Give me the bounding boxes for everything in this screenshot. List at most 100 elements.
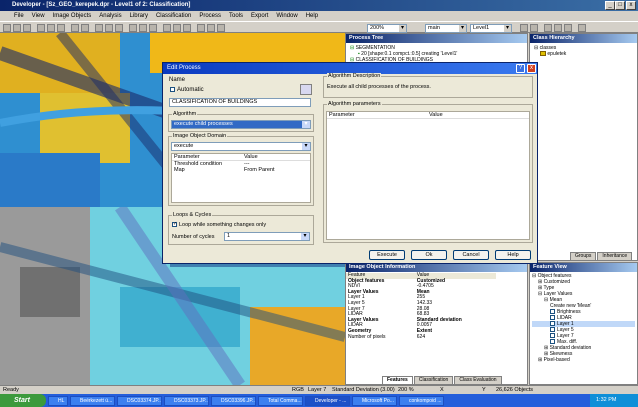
taskbar-item[interactable]: DSC03374.JP... — [117, 395, 162, 406]
prev-level-icon[interactable] — [520, 24, 528, 32]
taskbar-item[interactable]: Total Comma... — [258, 395, 303, 406]
grid-view-icon[interactable] — [564, 24, 572, 32]
domain-group: Image Object Domain execute ParameterVal… — [168, 133, 314, 206]
taskbar-item[interactable]: DSC03373.JP... — [164, 395, 209, 406]
taskbar-item[interactable]: Beérkezett ü... — [70, 395, 115, 406]
info-tabs: Features Classification Class Evaluation — [382, 376, 503, 385]
tab-class-evaluation[interactable]: Class Evaluation — [454, 376, 502, 385]
tab-classification[interactable]: Classification — [413, 376, 454, 385]
image-object-info-panel: Image Object Information Feature Value Ob… — [345, 262, 528, 385]
process-tree-title: Process Tree — [346, 34, 527, 43]
window-title-bar: Developer - [Sz_GEO_kerepek.dpr - Level1… — [0, 0, 638, 11]
grid-icon[interactable] — [197, 24, 205, 32]
minimize-button[interactable]: _ — [605, 1, 615, 10]
tab-groups[interactable]: Groups — [570, 252, 597, 261]
name-label: Name — [169, 77, 186, 83]
taskbar-item-active[interactable]: Developer - ... — [305, 395, 350, 406]
domain-params-table: Parameter Value Threshold condition --- Ma… — [171, 153, 311, 203]
dialog-help-icon[interactable]: ? — [516, 64, 525, 73]
help-icon[interactable] — [578, 24, 586, 32]
mixed-icon[interactable] — [217, 24, 225, 32]
menu-file[interactable]: File — [14, 11, 24, 21]
menu-tools[interactable]: Tools — [229, 11, 243, 21]
table-row[interactable]: Number of pixels 624 — [346, 334, 496, 341]
automatic-label: Automatic — [177, 87, 204, 94]
edit-process-dialog: Edit Process ? x Name Automatic CLASSIFI… — [162, 62, 538, 264]
menu-image-objects[interactable]: Image Objects — [53, 11, 92, 21]
next-level-icon[interactable] — [530, 24, 538, 32]
taskbar-item[interactable]: conkompoid ... — [399, 395, 444, 406]
execute-button[interactable]: Execute — [369, 250, 405, 260]
help-button[interactable]: Help — [495, 250, 531, 260]
cancel-button[interactable]: Cancel — [453, 250, 489, 260]
feature-view-panel: Feature View ⊟ Object features ⊞ Customi… — [529, 262, 638, 385]
system-tray-clock: 1:32 PM — [590, 394, 638, 407]
class-hierarchy-title: Class Hierarchy — [530, 34, 637, 43]
algorithm-description-label: Algorithm Description — [327, 73, 382, 79]
class-item-epuletek[interactable]: epuletek — [534, 51, 633, 57]
class-color-swatch — [540, 51, 546, 57]
menu-analysis[interactable]: Analysis — [99, 11, 121, 21]
dialog-close-icon[interactable]: x — [527, 64, 536, 73]
table-row[interactable]: Map From Parent — [172, 167, 310, 173]
cycles-select[interactable]: 1 — [224, 232, 310, 241]
status-bar: Ready RGB Layer 7 Standard Deviation (3.… — [0, 385, 638, 394]
layer-icon[interactable] — [163, 24, 171, 32]
classify-icon[interactable] — [129, 24, 137, 32]
close-button[interactable]: x — [626, 1, 636, 10]
image-object-info-title: Image Object Information — [346, 263, 527, 272]
redo-icon[interactable] — [81, 24, 89, 32]
domain-select[interactable]: execute — [171, 142, 311, 151]
algorithm-description-group: Algorithm Description Execute all child … — [323, 73, 533, 98]
taskbar-item[interactable]: Microsoft Po... — [352, 395, 397, 406]
menu-process[interactable]: Process — [199, 11, 221, 21]
domain-label: Image Object Domain — [172, 133, 228, 139]
level-select[interactable]: Level1 — [470, 24, 512, 33]
pan-icon[interactable] — [115, 24, 123, 32]
zoom-in-icon[interactable] — [95, 24, 103, 32]
loop-checkbox[interactable]: ✓ Loop while something changes only — [172, 222, 266, 228]
cut-icon[interactable] — [37, 24, 45, 32]
edit-name-icon[interactable] — [300, 84, 312, 95]
menu-view[interactable]: View — [32, 11, 45, 21]
taskbar: Start HL Beérkezett ü... DSC03374.JP... … — [0, 394, 638, 407]
open-icon[interactable] — [13, 24, 21, 32]
new-icon[interactable] — [3, 24, 11, 32]
feature-item[interactable]: ⊞ Pixel-based — [532, 357, 635, 363]
menu-export[interactable]: Export — [251, 11, 268, 21]
loop-label: Loop while something changes only — [179, 222, 267, 228]
menu-help[interactable]: Help — [306, 11, 318, 21]
tab-inheritance[interactable]: Inheritance — [597, 252, 633, 261]
process-name-input[interactable]: CLASSIFICATION OF BUILDINGS — [169, 98, 311, 107]
outline-icon[interactable] — [183, 24, 191, 32]
zoom-out-icon[interactable] — [105, 24, 113, 32]
maximize-button[interactable]: □ — [615, 1, 625, 10]
window-title: Developer - [Sz_GEO_kerepek.dpr - Level1… — [12, 2, 191, 8]
pin-icon[interactable] — [544, 24, 552, 32]
sample-icon[interactable] — [149, 24, 157, 32]
algorithm-parameters-group: Algorithm parameters Parameter Value — [323, 101, 533, 243]
menu-window[interactable]: Window — [276, 11, 297, 21]
save-icon[interactable] — [23, 24, 31, 32]
settings-icon[interactable] — [554, 24, 562, 32]
menu-classification[interactable]: Classification — [156, 11, 191, 21]
segment-icon[interactable] — [139, 24, 147, 32]
tab-features[interactable]: Features — [382, 376, 413, 385]
taskbar-item[interactable]: DSC03396.JP... — [211, 395, 256, 406]
loops-label: Loops & Cycles — [172, 212, 213, 218]
feature-view-title: Feature View — [530, 263, 637, 272]
copy-icon[interactable] — [47, 24, 55, 32]
start-button[interactable]: Start — [0, 394, 46, 407]
undo-icon[interactable] — [71, 24, 79, 32]
layer-select[interactable]: main — [425, 24, 467, 33]
algorithm-select[interactable]: execute child processes — [171, 120, 311, 129]
automatic-checkbox[interactable]: Automatic — [170, 87, 204, 93]
ok-button[interactable]: Ok — [411, 250, 447, 260]
view-icon[interactable] — [173, 24, 181, 32]
paste-icon[interactable] — [57, 24, 65, 32]
pixel-icon[interactable] — [207, 24, 215, 32]
taskbar-item[interactable]: HL — [48, 395, 68, 406]
toolbar: 200% main Level1 — [0, 21, 638, 33]
menu-library[interactable]: Library — [130, 11, 148, 21]
zoom-select[interactable]: 200% — [367, 24, 407, 33]
